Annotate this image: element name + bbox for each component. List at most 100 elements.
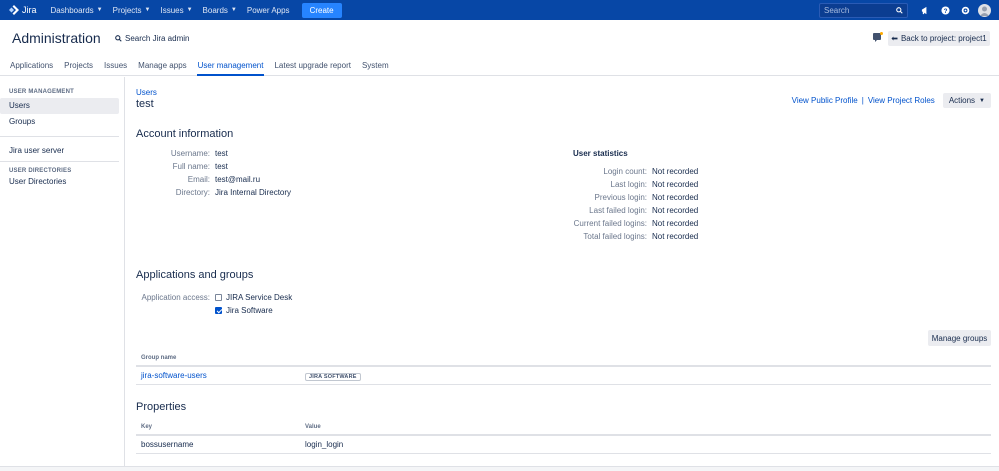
tab-latest-upgrade-report[interactable]: Latest upgrade report — [273, 58, 352, 76]
nav-projects-label: Projects — [112, 5, 142, 15]
help-icon[interactable]: ? — [938, 3, 952, 17]
email-link[interactable]: test@mail.ru — [215, 175, 260, 184]
admin-header: Administration Search Jira admin ⬅ Back … — [0, 20, 999, 58]
tab-applications[interactable]: Applications — [9, 58, 54, 76]
application-badge: JIRA SOFTWARE — [305, 372, 361, 381]
account-information-heading: Account information — [136, 128, 234, 140]
tab-system[interactable]: System — [361, 58, 390, 76]
footer-strip — [0, 466, 999, 471]
notification-icon[interactable] — [873, 32, 883, 42]
nav-power-apps-label: Power Apps — [246, 5, 290, 15]
view-public-profile-link[interactable]: View Public Profile — [792, 96, 858, 105]
app-option-service-desk[interactable]: JIRA Service Desk — [215, 293, 292, 302]
property-key: bossusername — [141, 440, 194, 449]
stat-label: Last failed login: — [589, 206, 647, 215]
checkbox-service-desk[interactable] — [215, 294, 222, 301]
stat-row-current-failed-logins: Current failed logins: Not recorded — [536, 219, 699, 228]
main-content: Users test View Public Profile | View Pr… — [136, 77, 991, 471]
admin-search-label: Search Jira admin — [125, 34, 190, 43]
view-project-roles-link[interactable]: View Project Roles — [868, 96, 935, 105]
fullname-row: Full name: test — [136, 162, 228, 171]
tab-issues[interactable]: Issues — [103, 58, 128, 76]
tab-projects[interactable]: Projects — [63, 58, 94, 76]
app-option-jira-software[interactable]: Jira Software — [215, 306, 273, 315]
table-header: Key Value — [136, 419, 991, 436]
sidebar-item-jira-user-server[interactable]: Jira user server — [0, 143, 119, 159]
stat-value: Not recorded — [652, 180, 699, 189]
username-row: Username: test — [136, 149, 228, 158]
search-placeholder: Search — [824, 5, 850, 15]
back-label: Back to project: project1 — [900, 34, 987, 43]
sidebar-item-groups[interactable]: Groups — [0, 114, 119, 130]
column-header-key: Key — [141, 423, 153, 430]
chevron-down-icon: ▼ — [186, 7, 193, 13]
user-statistics-heading: User statistics — [573, 149, 628, 158]
admin-search-link[interactable]: Search Jira admin — [115, 34, 189, 43]
column-header-group-name: Group name — [141, 354, 177, 361]
actions-dropdown-button[interactable]: Actions ▼ — [942, 93, 991, 108]
nav-dashboards[interactable]: Dashboards ▼ — [51, 6, 103, 15]
application-access-label: Application access: — [141, 293, 210, 302]
fullname-label: Full name: — [172, 162, 210, 171]
global-search-input[interactable]: Search — [819, 2, 908, 18]
tab-user-management[interactable]: User management — [196, 58, 265, 76]
stat-label: Total failed logins: — [583, 232, 647, 241]
directory-value: Jira Internal Directory — [215, 188, 292, 197]
stat-label: Last login: — [610, 180, 647, 189]
stat-label: Previous login: — [594, 193, 647, 202]
bullhorn-icon[interactable] — [918, 3, 932, 17]
user-avatar[interactable] — [978, 3, 991, 17]
property-value: login_login — [305, 440, 344, 449]
arrow-left-icon: ⬅ — [891, 34, 898, 43]
username-label: Username: — [170, 149, 210, 158]
sidebar-heading-user-management: USER MANAGEMENT — [9, 89, 75, 95]
nav-projects[interactable]: Projects ▼ — [113, 6, 151, 15]
properties-table: Key Value bossusername login_login — [136, 419, 991, 454]
jira-logo-icon — [9, 5, 19, 15]
stat-value: Not recorded — [652, 232, 699, 241]
stat-label: Current failed logins: — [573, 219, 647, 228]
chevron-down-icon: ▼ — [979, 97, 985, 104]
back-to-project-button[interactable]: ⬅ Back to project: project1 — [888, 31, 990, 46]
sidebar-divider — [0, 136, 119, 137]
application-access-row: Application access: JIRA Service Desk — [136, 293, 293, 302]
nav-boards[interactable]: Boards ▼ — [203, 6, 237, 15]
top-navigation-bar: Jira Dashboards ▼ Projects ▼ Issues ▼ Board… — [0, 0, 999, 20]
sidebar: USER MANAGEMENT Users Groups Jira user s… — [0, 77, 125, 471]
sidebar-item-user-directories[interactable]: User Directories — [0, 174, 119, 190]
stat-value: Not recorded — [652, 219, 699, 228]
sidebar-item-users[interactable]: Users — [0, 98, 119, 114]
breadcrumb-users[interactable]: Users — [136, 88, 157, 97]
jira-logo[interactable]: Jira — [9, 5, 37, 15]
stat-row-login-count: Login count: Not recorded — [536, 167, 698, 176]
app-option-label: JIRA Service Desk — [226, 293, 293, 302]
sidebar-divider — [0, 161, 119, 162]
user-header-actions: View Public Profile | View Project Roles… — [792, 93, 991, 108]
nav-issues[interactable]: Issues ▼ — [160, 6, 192, 15]
app-option-label: Jira Software — [226, 306, 273, 315]
checkbox-jira-software[interactable] — [215, 307, 222, 314]
search-icon — [115, 35, 122, 42]
stat-row-total-failed-logins: Total failed logins: Not recorded — [536, 232, 698, 241]
nav-right-tools: Search ? — [819, 0, 999, 20]
directory-row: Directory: Jira Internal Directory — [136, 188, 291, 197]
search-icon — [896, 6, 903, 14]
group-link[interactable]: jira-software-users — [141, 371, 207, 380]
tab-manage-apps[interactable]: Manage apps — [137, 58, 187, 76]
applications-and-groups-heading: Applications and groups — [136, 269, 254, 281]
settings-icon[interactable] — [958, 3, 972, 17]
nav-power-apps[interactable]: Power Apps — [247, 6, 290, 15]
username-value: test — [215, 149, 228, 158]
svg-text:?: ? — [943, 7, 947, 14]
logo-text: Jira — [22, 5, 37, 15]
email-label: Email: — [187, 175, 210, 184]
properties-heading: Properties — [136, 401, 187, 413]
stat-value: Not recorded — [652, 167, 699, 176]
manage-groups-button[interactable]: Manage groups — [928, 330, 991, 346]
table-row: jira-software-users JIRA SOFTWARE — [136, 367, 991, 385]
nav-issues-label: Issues — [160, 5, 184, 15]
fullname-value: test — [215, 162, 228, 171]
user-title: test — [136, 98, 154, 110]
link-separator: | — [861, 96, 864, 105]
create-button[interactable]: Create — [301, 2, 342, 18]
